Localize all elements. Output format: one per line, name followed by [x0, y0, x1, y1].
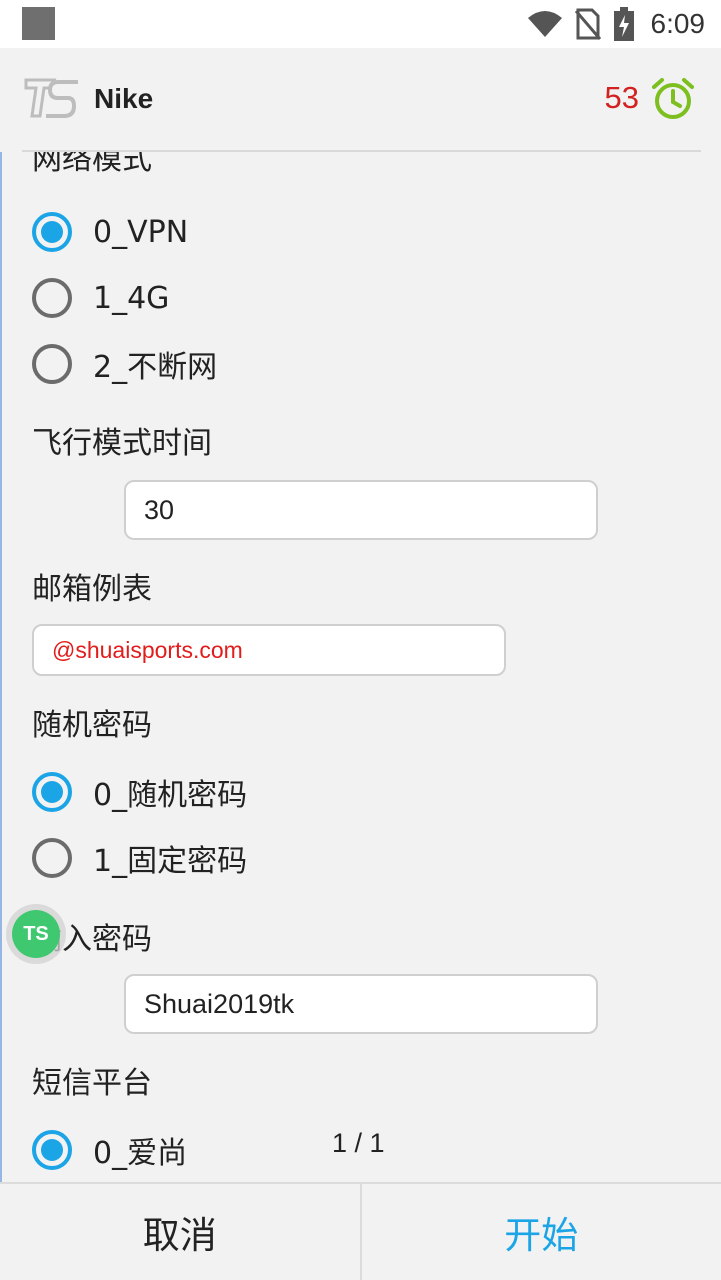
airplane-time-label: 飞行模式时间 [32, 426, 212, 461]
password-option-fixed[interactable]: 1_固定密码 [32, 836, 247, 880]
status-bar: 6:09 [0, 0, 721, 48]
sms-option-aishang[interactable]: 0_爱尚 [32, 1128, 187, 1172]
email-list-input[interactable]: @shuaisports.com [32, 624, 506, 676]
option-label: 0_VPN [93, 214, 189, 250]
wifi-icon [527, 11, 562, 37]
alarm-clock-icon[interactable] [651, 77, 695, 121]
option-label: 1_4G [93, 280, 170, 316]
network-option-4g[interactable]: 1_4G [32, 276, 169, 320]
random-password-label: 随机密码 [32, 708, 152, 743]
radio-button[interactable] [32, 772, 72, 812]
option-label: 0_随机密码 [93, 778, 248, 813]
network-mode-label: 网络模式 [32, 152, 152, 177]
radio-button[interactable] [32, 344, 72, 384]
start-button[interactable]: 开始 [362, 1184, 721, 1280]
floating-assistant-button[interactable]: TS [6, 904, 66, 964]
notification-icon [22, 7, 55, 40]
option-label: 1_固定密码 [93, 844, 248, 879]
radio-button[interactable] [32, 838, 72, 878]
network-option-no-disconnect[interactable]: 2_不断网 [32, 342, 217, 386]
page-indicator: 1 / 1 [332, 1128, 385, 1158]
option-label: 0_爱尚 [93, 1136, 188, 1171]
email-list-label: 邮箱例表 [32, 572, 152, 607]
radio-button[interactable] [32, 1130, 72, 1170]
airplane-time-input[interactable]: 30 [124, 480, 598, 540]
bottom-action-bar: 取消 开始 [0, 1182, 721, 1280]
status-icons: 6:09 [527, 6, 706, 42]
cancel-button[interactable]: 取消 [0, 1184, 362, 1280]
radio-button[interactable] [32, 212, 72, 252]
clock-time: 6:09 [650, 8, 706, 39]
settings-form[interactable]: 网络模式 0_VPN 1_4G 2_不断网 飞行模式时间 30 邮箱例表 @sh… [0, 152, 721, 1182]
password-option-random[interactable]: 0_随机密码 [32, 770, 247, 814]
battery-charging-icon [613, 7, 634, 41]
page-title: Nike [94, 83, 154, 114]
countdown-counter: 53 [604, 80, 639, 115]
assistant-logo-icon: TS [12, 910, 60, 958]
app-logo-icon [24, 78, 78, 118]
network-option-vpn[interactable]: 0_VPN [32, 210, 188, 254]
radio-button[interactable] [32, 278, 72, 318]
option-label: 2_不断网 [93, 350, 218, 385]
sms-platform-label: 短信平台 [32, 1066, 152, 1101]
no-sim-icon [574, 8, 601, 40]
password-input[interactable]: Shuai2019tk [124, 974, 598, 1034]
